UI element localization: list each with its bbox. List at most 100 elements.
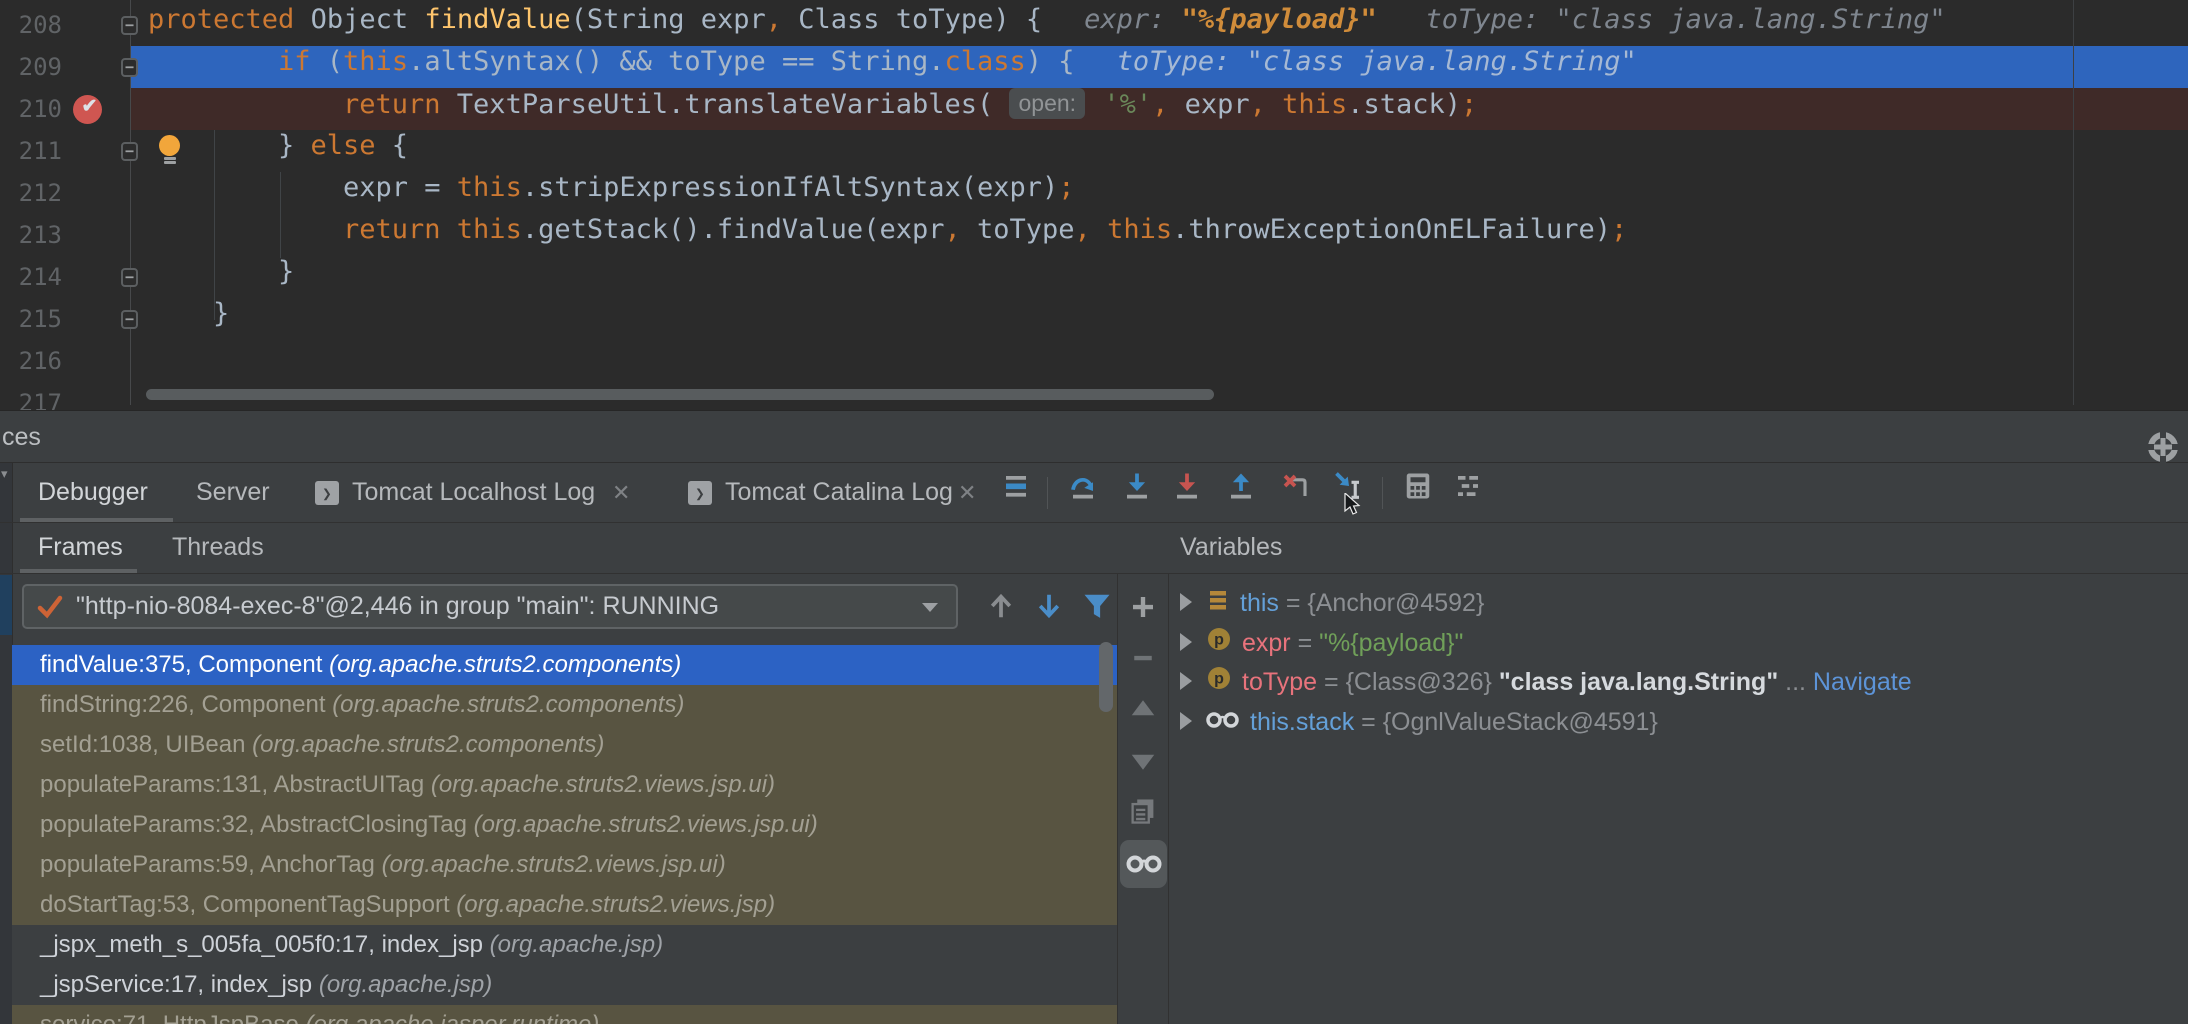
code-line: expr = this.stripExpressionIfAltSyntax(e… [343, 172, 1075, 214]
frame-row[interactable]: service:71, HttpJspBase (org.apache.jasp… [12, 1005, 1117, 1024]
variable-row[interactable]: pexpr = "%{payload}" [1180, 623, 1463, 663]
variable-row[interactable]: this = {Anchor@4592} [1180, 583, 1484, 623]
frame-package: (org.apache.struts2.views.jsp.ui) [431, 771, 775, 798]
frames-scrollbar[interactable] [1099, 642, 1113, 712]
show-watches-toggle-icon[interactable] [1120, 840, 1167, 888]
fold-collapse-marker[interactable]: − [121, 58, 138, 77]
close-icon[interactable]: ✕ [958, 463, 976, 522]
code-token: , [766, 4, 782, 35]
code-token: ) { [1026, 46, 1075, 77]
frame-location: populateParams:32, AbstractClosingTag [40, 811, 474, 838]
code-token: this [457, 214, 522, 245]
show-execution-point-icon[interactable] [1001, 471, 1031, 501]
svg-text:p: p [1214, 631, 1224, 648]
indent-guide [214, 130, 215, 320]
fold-expand-marker[interactable]: − [121, 268, 138, 287]
code-token: this [1107, 214, 1172, 245]
variable-text: = [1279, 589, 1308, 617]
code-token: TextParseUtil.translateVariables( [457, 89, 1010, 120]
filter-frames-icon[interactable] [1082, 591, 1112, 621]
frame-row[interactable]: _jspService:17, index_jsp (org.apache.js… [12, 965, 1117, 1005]
expand-arrow-icon[interactable] [1180, 593, 1192, 611]
code-token: toType: "class java.lang.String" [1377, 4, 1946, 35]
add-watch-icon[interactable] [1128, 592, 1158, 622]
ide-window: 208protected Object findValue(String exp… [0, 0, 2188, 1024]
fold-expand-marker[interactable]: − [121, 142, 138, 161]
console-icon: ❯ [315, 481, 339, 505]
line-number: 216 [0, 340, 62, 382]
tab-server[interactable]: Server [196, 463, 270, 522]
stripe-active-button[interactable] [0, 575, 12, 635]
debug-tool-window: ▾ Debugger Server ❯ Tomcat Localhost Log… [0, 463, 2188, 1024]
drop-frame-icon[interactable] [1280, 471, 1310, 501]
frame-location: populateParams:131, AbstractUITag [40, 771, 431, 798]
tab-frames[interactable]: Frames [38, 522, 123, 573]
inline-debugger-hint: expr: "%{payload}" toType: "class java.l… [1084, 4, 1946, 35]
code-token [1087, 89, 1103, 120]
variable-row[interactable]: ptoType = {Class@326} "class java.lang.S… [1180, 662, 1912, 702]
frame-row[interactable]: populateParams:59, AnchorTag (org.apache… [12, 845, 1117, 885]
move-up-icon[interactable] [986, 591, 1016, 621]
breakpoint[interactable]: ✔ [73, 95, 102, 124]
tab-debugger[interactable]: Debugger [38, 463, 148, 522]
frame-row[interactable]: doStartTag:53, ComponentTagSupport (org.… [12, 885, 1117, 925]
tab-tomcat-catalina-log[interactable]: Tomcat Catalina Log [725, 463, 953, 522]
remove-watch-icon[interactable] [1128, 643, 1158, 673]
tab-threads[interactable]: Threads [172, 522, 264, 573]
code-line: return TextParseUtil.translateVariables(… [343, 88, 1477, 130]
evaluate-expression-icon[interactable] [1403, 471, 1433, 501]
frame-package: (org.apache.jsp) [319, 971, 492, 998]
code-token [1091, 214, 1107, 245]
editor-horizontal-scrollbar[interactable] [146, 389, 1214, 400]
fold-expand-marker[interactable]: − [121, 310, 138, 329]
frame-location: doStartTag:53, ComponentTagSupport [40, 891, 456, 918]
tab-tomcat-localhost-log[interactable]: Tomcat Localhost Log [352, 463, 595, 522]
step-into-icon[interactable] [1122, 471, 1152, 501]
line-number: 208 [0, 4, 62, 46]
header-partial-label: ces [2, 423, 41, 452]
code-line: } else { [278, 130, 408, 172]
frame-row[interactable]: setId:1038, UIBean (org.apache.struts2.c… [12, 725, 1117, 765]
expand-arrow-icon[interactable] [1180, 633, 1192, 651]
thread-selector-dropdown[interactable]: "http-nio-8084-exec-8"@2,446 in group "m… [22, 584, 958, 629]
indent-guide [280, 172, 281, 258]
code-token: .stripExpressionIfAltSyntax(expr) [522, 172, 1058, 203]
code-token: Object [311, 4, 425, 35]
code-token: this [343, 46, 408, 77]
code-editor[interactable]: 208protected Object findValue(String exp… [0, 0, 2188, 411]
frame-row[interactable]: findString:226, Component (org.apache.st… [12, 685, 1117, 725]
scroll-up-icon[interactable] [1128, 694, 1158, 724]
navigate-link[interactable]: Navigate [1813, 668, 1912, 696]
intention-bulb[interactable] [158, 135, 182, 163]
close-icon[interactable]: ✕ [612, 463, 630, 522]
move-down-icon[interactable] [1034, 591, 1064, 621]
variable-text: {OgnlValueStack@4591} [1383, 708, 1658, 736]
target-crosshair-icon[interactable] [2146, 430, 2180, 464]
line-number: 212 [0, 172, 62, 214]
expand-arrow-icon[interactable] [1180, 672, 1192, 690]
right-margin-guide [2073, 0, 2074, 405]
code-token: '%' [1103, 89, 1152, 120]
frame-row[interactable]: populateParams:131, AbstractUITag (org.a… [12, 765, 1117, 805]
layout-settings-icon[interactable] [1453, 471, 1483, 501]
mouse-cursor [1344, 493, 1366, 519]
fold-collapse-marker[interactable]: − [121, 16, 138, 35]
frame-location: findValue:375, Component [40, 651, 329, 678]
frame-package: (org.apache.jsp) [490, 931, 663, 958]
frame-row[interactable]: _jspx_meth_s_005fa_005f0:17, index_jsp (… [12, 925, 1117, 965]
toolbar-separator [1382, 477, 1383, 509]
scroll-down-icon[interactable] [1128, 746, 1158, 776]
step-out-icon[interactable] [1226, 471, 1256, 501]
frame-row[interactable]: findValue:375, Component (org.apache.str… [12, 645, 1117, 685]
code-token: ; [1461, 89, 1477, 120]
force-step-into-icon[interactable] [1172, 471, 1202, 501]
frame-location: _jspService:17, index_jsp [40, 971, 319, 998]
code-token: .altSyntax() && toType == String. [408, 46, 944, 77]
copy-frame-icon[interactable] [1128, 796, 1158, 826]
variable-text: "class java.lang.String" [1499, 668, 1778, 696]
expand-arrow-icon[interactable] [1180, 712, 1192, 730]
step-over-icon[interactable] [1068, 471, 1098, 501]
frame-row[interactable]: populateParams:32, AbstractClosingTag (o… [12, 805, 1117, 845]
variable-row[interactable]: this.stack = {OgnlValueStack@4591} [1180, 702, 1658, 742]
code-line: return this.getStack().findValue(expr, t… [343, 214, 1627, 256]
